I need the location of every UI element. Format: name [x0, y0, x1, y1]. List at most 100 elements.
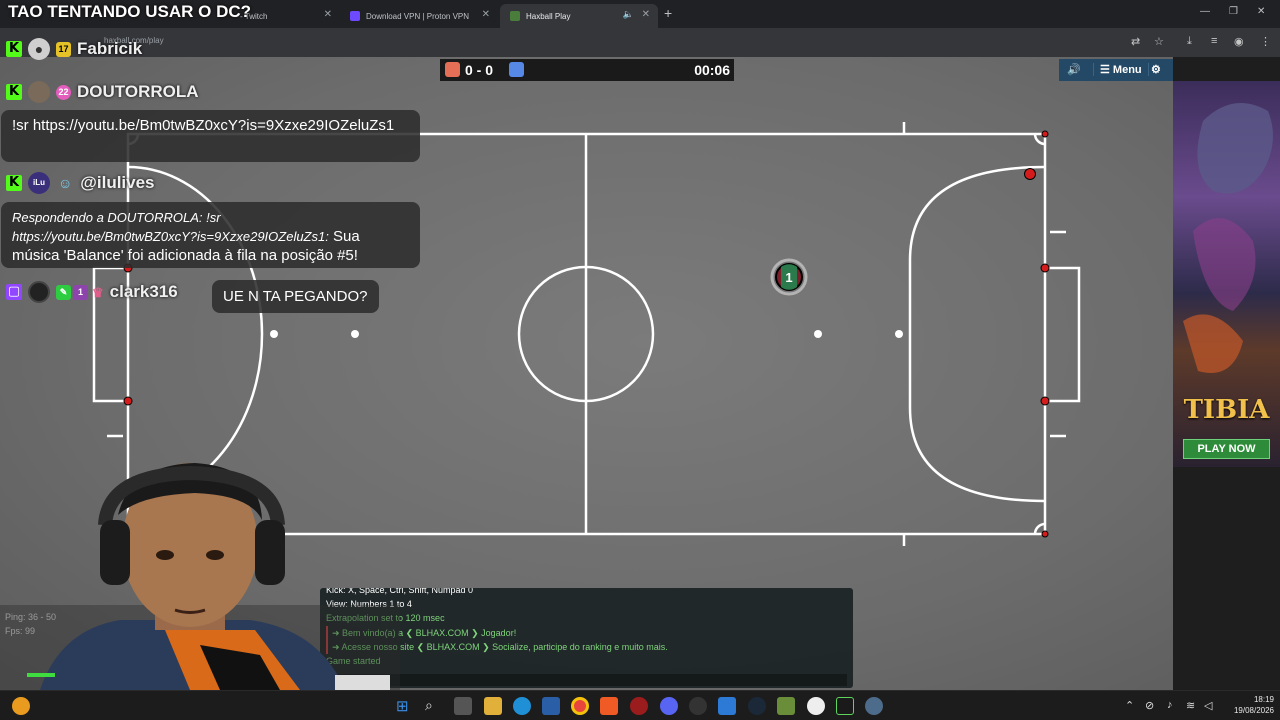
wifi-icon[interactable]: ≋: [1186, 699, 1195, 712]
goal-post: [1040, 263, 1050, 273]
score: 0 - 0: [465, 62, 494, 78]
weather-icon[interactable]: [12, 697, 30, 715]
red-team-indicator: [445, 62, 460, 77]
match-timer: 00:06: [694, 62, 730, 78]
chat-line: Extrapolation set to 120 msec: [326, 613, 445, 624]
crown-icon: ♛: [92, 284, 104, 300]
restore-icon[interactable]: ❐: [1229, 6, 1238, 17]
proton-icon: [350, 11, 360, 21]
username: @ilulives: [80, 173, 155, 192]
haxball-icon: [510, 11, 520, 21]
penalty-spot: [895, 330, 903, 338]
app-icon[interactable]: [689, 697, 707, 715]
sidebar-background: [1173, 467, 1280, 690]
ad-title: TIBIA: [1183, 395, 1270, 425]
terminal-icon[interactable]: [836, 697, 854, 715]
right-penalty-arc: [908, 165, 1046, 503]
speaker-icon[interactable]: 🔈: [623, 9, 634, 20]
task-view-icon[interactable]: [454, 697, 472, 715]
message-bubble: Respondendo a DOUTORROLA: !sr https://yo…: [1, 202, 420, 268]
chat-input[interactable]: [326, 674, 847, 686]
app-icon[interactable]: [718, 697, 736, 715]
player-number: 1: [785, 270, 792, 285]
kick-icon: K: [6, 84, 22, 100]
clock-date: 19/08/2026: [1233, 706, 1274, 715]
close-tab-icon[interactable]: ✕: [482, 9, 490, 20]
avatar: iLu: [28, 172, 50, 194]
close-window-icon[interactable]: ✕: [1257, 6, 1265, 17]
bookmark-star-icon[interactable]: ☆: [1154, 35, 1164, 48]
subscriber-badge: 22: [56, 84, 71, 100]
game-menu-bar: 🔊 ☰ Menu ⚙: [1059, 59, 1173, 81]
screen: - Twitch ✕ Download VPN | Proton VPN ✕ H…: [0, 0, 1280, 720]
network-icon[interactable]: ⊘: [1145, 699, 1154, 712]
overlay-chat-message: K 22 DOUTORROLA: [6, 81, 199, 103]
new-tab-button[interactable]: +: [664, 5, 672, 21]
avatar: ●: [28, 38, 50, 60]
close-tab-icon[interactable]: ✕: [324, 9, 332, 20]
settings-gear-icon[interactable]: ⚙: [1151, 63, 1161, 76]
tray-chevron-icon[interactable]: ⌃: [1125, 699, 1134, 712]
reply-context: Respondendo a DOUTORROLA: !sr https://yo…: [12, 210, 329, 244]
settings-icon[interactable]: [865, 697, 883, 715]
tab-proton-vpn[interactable]: Download VPN | Proton VPN ✕: [340, 4, 498, 28]
corner-post: [1041, 130, 1049, 138]
first-badge: 1: [73, 284, 88, 300]
search-icon[interactable]: ⌕: [425, 697, 443, 715]
message-bubble: !sr https://youtu.be/Bm0twBZ0xcY?is=9Xzx…: [1, 110, 420, 162]
penalty-spot: [351, 330, 359, 338]
chat-line: ➜ Acesse nosso site ❮ BLHAX.COM ❯ Social…: [326, 639, 847, 655]
overlay-chat-message: ▢ ✎ 1 ♛ clark316: [6, 281, 178, 303]
windows-start-icon[interactable]: ⊞: [396, 697, 414, 715]
close-tab-icon[interactable]: ✕: [642, 9, 650, 20]
discord-icon[interactable]: [660, 697, 678, 715]
message-bubble: UE N TA PEGANDO?: [212, 280, 379, 313]
tab-title: Download VPN | Proton VPN: [366, 11, 470, 21]
tab-title: Haxball Play: [526, 11, 571, 21]
chat-line: Game started: [326, 656, 381, 667]
menu-button[interactable]: ☰ Menu: [1093, 63, 1149, 76]
subscriber-badge: 17: [56, 41, 71, 57]
volume-icon[interactable]: 🔊: [1067, 63, 1081, 76]
overlay-chat-message: K iLu ☺ @ilulives: [6, 172, 155, 194]
avatar: [28, 281, 50, 303]
ball: [1024, 168, 1036, 180]
app-icon[interactable]: [807, 697, 825, 715]
system-clock[interactable]: 18:19 19/08/2026: [1226, 694, 1274, 716]
volume-icon[interactable]: ◁: [1204, 699, 1212, 712]
download-icon[interactable]: ⤓: [1187, 35, 1192, 48]
username: Fabricik: [77, 39, 143, 58]
advertisement-banner[interactable]: TIBIA PLAY NOW: [1173, 81, 1280, 467]
app-icon[interactable]: [777, 697, 795, 715]
stream-title: TAO TENTANDO USAR O DC?: [8, 2, 252, 21]
penalty-spot: [270, 330, 278, 338]
brave-icon[interactable]: [600, 697, 618, 715]
tab-haxball[interactable]: Haxball Play 🔈 ✕: [500, 4, 658, 28]
translate-icon[interactable]: ⇄: [1131, 35, 1140, 48]
edge-icon[interactable]: [513, 697, 531, 715]
minimize-icon[interactable]: —: [1200, 6, 1210, 17]
profile-icon[interactable]: ◉: [1234, 35, 1244, 48]
clock-time: 18:19: [1253, 695, 1274, 704]
right-goal: [1045, 266, 1081, 403]
player-disc: 1: [770, 258, 808, 296]
file-explorer-icon[interactable]: [484, 697, 502, 715]
dragon-artwork: [1183, 103, 1273, 373]
app-icon[interactable]: [630, 697, 648, 715]
mic-icon[interactable]: ♪: [1167, 699, 1173, 711]
bot-icon: ☺: [58, 174, 73, 191]
play-now-button[interactable]: PLAY NOW: [1183, 439, 1270, 459]
more-menu-icon[interactable]: ⋮: [1260, 35, 1271, 48]
steam-icon[interactable]: [748, 697, 766, 715]
chat-line: ➜ Bem vindo(a) a ❮ BLHAX.COM ❯ Jogador!: [326, 625, 847, 640]
penalty-spot: [814, 330, 822, 338]
chrome-icon[interactable]: [571, 697, 589, 715]
store-icon[interactable]: [542, 697, 560, 715]
username: DOUTORROLA: [77, 82, 199, 101]
corner-post: [1041, 530, 1049, 538]
address-bar: haxball.com/play ⇄ ☆ ⤓ ≡ ◉ ⋮: [0, 28, 1280, 57]
menu-label: Menu: [1112, 64, 1142, 76]
overlay-chat-message: K ● 17 Fabricik: [6, 38, 142, 60]
windows-taskbar: ⊞ ⌕ ⌃ ⊘ ♪ ≋ ◁ 18:19 19/08/2026: [0, 690, 1280, 720]
media-icon[interactable]: ≡: [1211, 35, 1217, 47]
